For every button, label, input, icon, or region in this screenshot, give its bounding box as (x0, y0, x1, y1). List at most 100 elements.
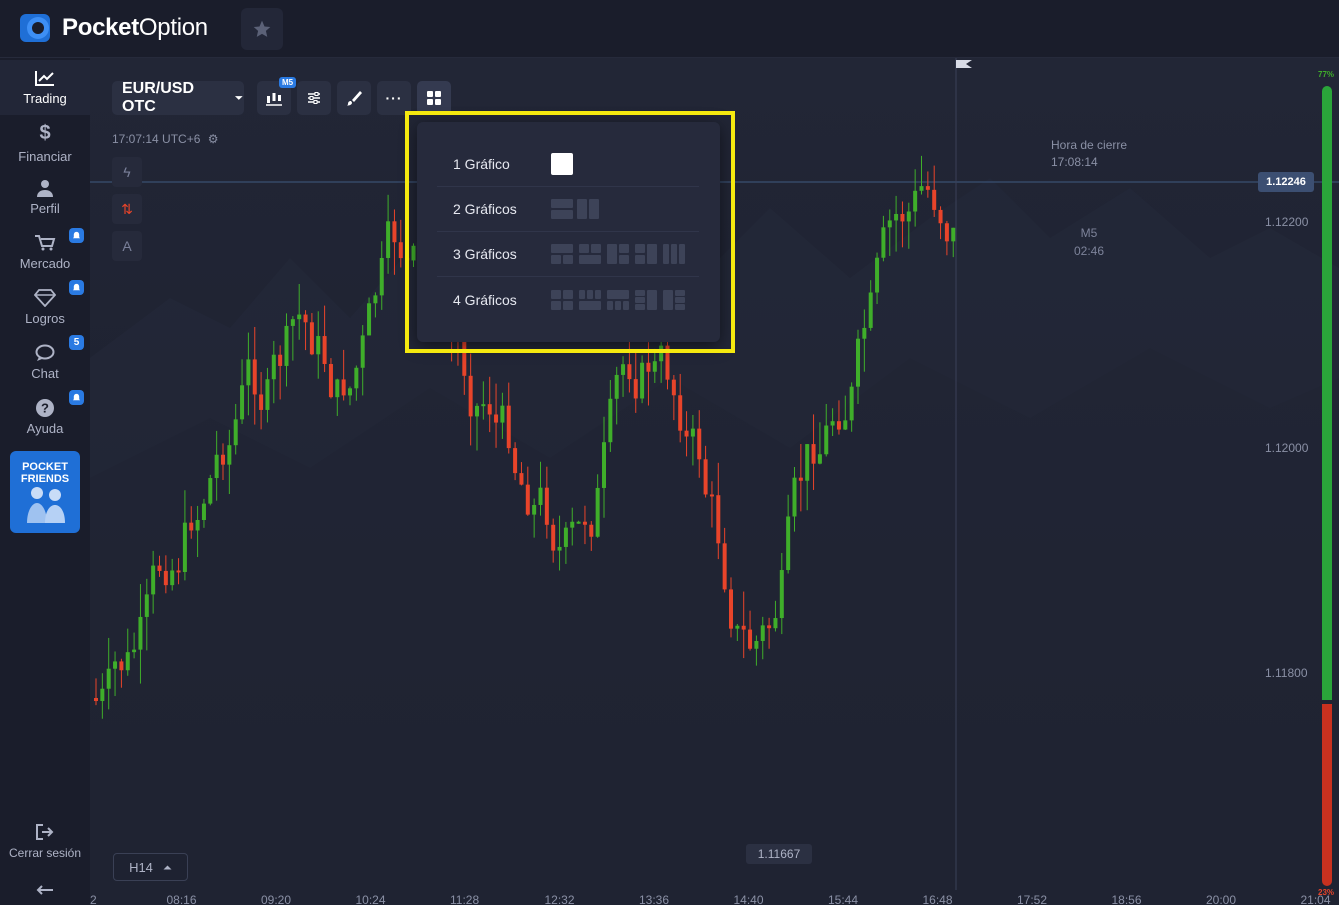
price-label: 1.12200 (1265, 215, 1309, 229)
layout-3e-icon[interactable] (663, 244, 685, 264)
candle-body (494, 414, 499, 423)
candle-body (170, 570, 175, 586)
candle-body (913, 190, 918, 212)
candle-body (119, 661, 124, 671)
layout-row-4[interactable]: 4 Gráficos (437, 277, 699, 322)
sentiment-down-label: 23% (1318, 888, 1335, 897)
time-label: 08:16 (166, 893, 197, 905)
candle-body (525, 484, 530, 515)
candle-body (589, 524, 594, 537)
candle-body (392, 221, 397, 243)
sidebar-item-label: Mercado (19, 256, 71, 271)
candle-body (538, 487, 543, 505)
layout-row-1[interactable]: 1 Gráfico (437, 142, 699, 187)
text-tool-button[interactable]: A (112, 231, 142, 261)
candle-body (405, 258, 410, 261)
candle-body (792, 477, 797, 517)
candle-countdown: 02:46 (1074, 244, 1105, 258)
low-price-tag: 1.11667 (746, 844, 812, 864)
logo[interactable]: PocketOption (18, 12, 208, 44)
candle-body (748, 629, 753, 649)
candle-body (290, 319, 295, 326)
candle-body (582, 521, 587, 525)
star-icon (253, 20, 271, 37)
layout-4d-icon[interactable] (635, 289, 657, 310)
dollar-icon: $ (39, 121, 51, 144)
time-label: 2 (90, 893, 97, 905)
drawing-tools-button[interactable] (337, 81, 371, 115)
candle-body (665, 345, 670, 380)
candle-body (925, 186, 930, 190)
candle-body (817, 454, 822, 464)
sidebar-item-financiar[interactable]: $ Financiar (0, 115, 90, 170)
layout-row-3[interactable]: 3 Gráficos (437, 232, 699, 277)
candle-body (297, 314, 302, 320)
chart-layout-menu: 1 Gráfico 2 Gráficos 3 Gráficos 4 Gráfic… (417, 122, 720, 342)
candle-body (163, 570, 168, 586)
layout-single-icon[interactable] (551, 153, 573, 175)
pocket-friends-banner[interactable]: POCKET FRIENDS (10, 451, 80, 533)
layout-3b-icon[interactable] (579, 244, 601, 264)
candle-timeframe: M5 (1080, 226, 1098, 240)
chart-layout-button[interactable] (417, 81, 451, 115)
candle-body (919, 186, 924, 191)
candle-body (246, 359, 251, 386)
diamond-icon (34, 289, 56, 307)
logo-icon (18, 12, 56, 44)
layout-4e-icon[interactable] (663, 289, 685, 310)
candle-body (602, 442, 606, 488)
time-label: 16:48 (922, 893, 953, 905)
pair-selector[interactable]: EUR/USD OTC (112, 80, 244, 115)
candle-body (767, 625, 772, 629)
candle-body (475, 405, 479, 417)
candle-body (944, 223, 949, 242)
layout-row-2[interactable]: 2 Gráficos (437, 187, 699, 232)
cart-icon (35, 235, 56, 251)
candle-body (132, 649, 137, 653)
closing-title: Hora de cierre (1051, 138, 1128, 152)
candle-body (671, 379, 676, 396)
logout-button[interactable]: Cerrar sesión (0, 824, 90, 868)
sentiment-down-bar (1322, 704, 1332, 886)
settings-gear-icon[interactable]: ⚙ (208, 132, 219, 146)
collapse-arrow-icon[interactable] (35, 884, 55, 896)
time-label: 18:56 (1111, 893, 1142, 905)
candle-body (138, 616, 143, 650)
candle-timer: M5 02:46 (1074, 224, 1104, 260)
candle-body (360, 335, 365, 368)
candle-body (182, 522, 187, 572)
layout-2v-icon[interactable] (577, 199, 599, 219)
candle-body (900, 213, 905, 222)
trades-toggle-button[interactable]: ⇅ (112, 194, 142, 224)
pair-name: EUR/USD OTC (122, 80, 195, 115)
candle-body (729, 589, 733, 629)
candle-body (856, 338, 860, 387)
candle-body (811, 444, 816, 464)
price-label: 1.12000 (1265, 441, 1309, 455)
candle-body (354, 367, 359, 389)
favorites-button[interactable] (241, 8, 283, 50)
candle-body (278, 354, 283, 366)
layout-2h-icon[interactable] (551, 199, 573, 219)
sidebar-item-trading[interactable]: Trading (0, 60, 90, 115)
layout-3a-icon[interactable] (551, 244, 573, 264)
layout-4c-icon[interactable] (607, 289, 629, 310)
more-options-button[interactable]: ··· (377, 81, 411, 115)
layout-3c-icon[interactable] (607, 244, 629, 264)
sidebar-item-perfil[interactable]: Perfil (0, 170, 90, 225)
layout-3d-icon[interactable] (635, 244, 657, 264)
quick-trade-button[interactable]: ϟ (112, 157, 142, 187)
candle-body (836, 421, 841, 430)
current-price-tag: 1.12246 (1258, 172, 1314, 192)
period-selector[interactable]: H14 (113, 853, 188, 881)
layout-4b-icon[interactable] (579, 289, 601, 310)
candle-body (367, 303, 372, 336)
layout-4a-icon[interactable] (551, 289, 573, 310)
candle-body (621, 364, 626, 375)
user-icon (37, 180, 53, 197)
candle-body (633, 379, 638, 399)
indicators-button[interactable] (297, 81, 331, 115)
candle-body (646, 362, 651, 372)
candle-body (176, 570, 181, 573)
candle-body (690, 428, 695, 437)
